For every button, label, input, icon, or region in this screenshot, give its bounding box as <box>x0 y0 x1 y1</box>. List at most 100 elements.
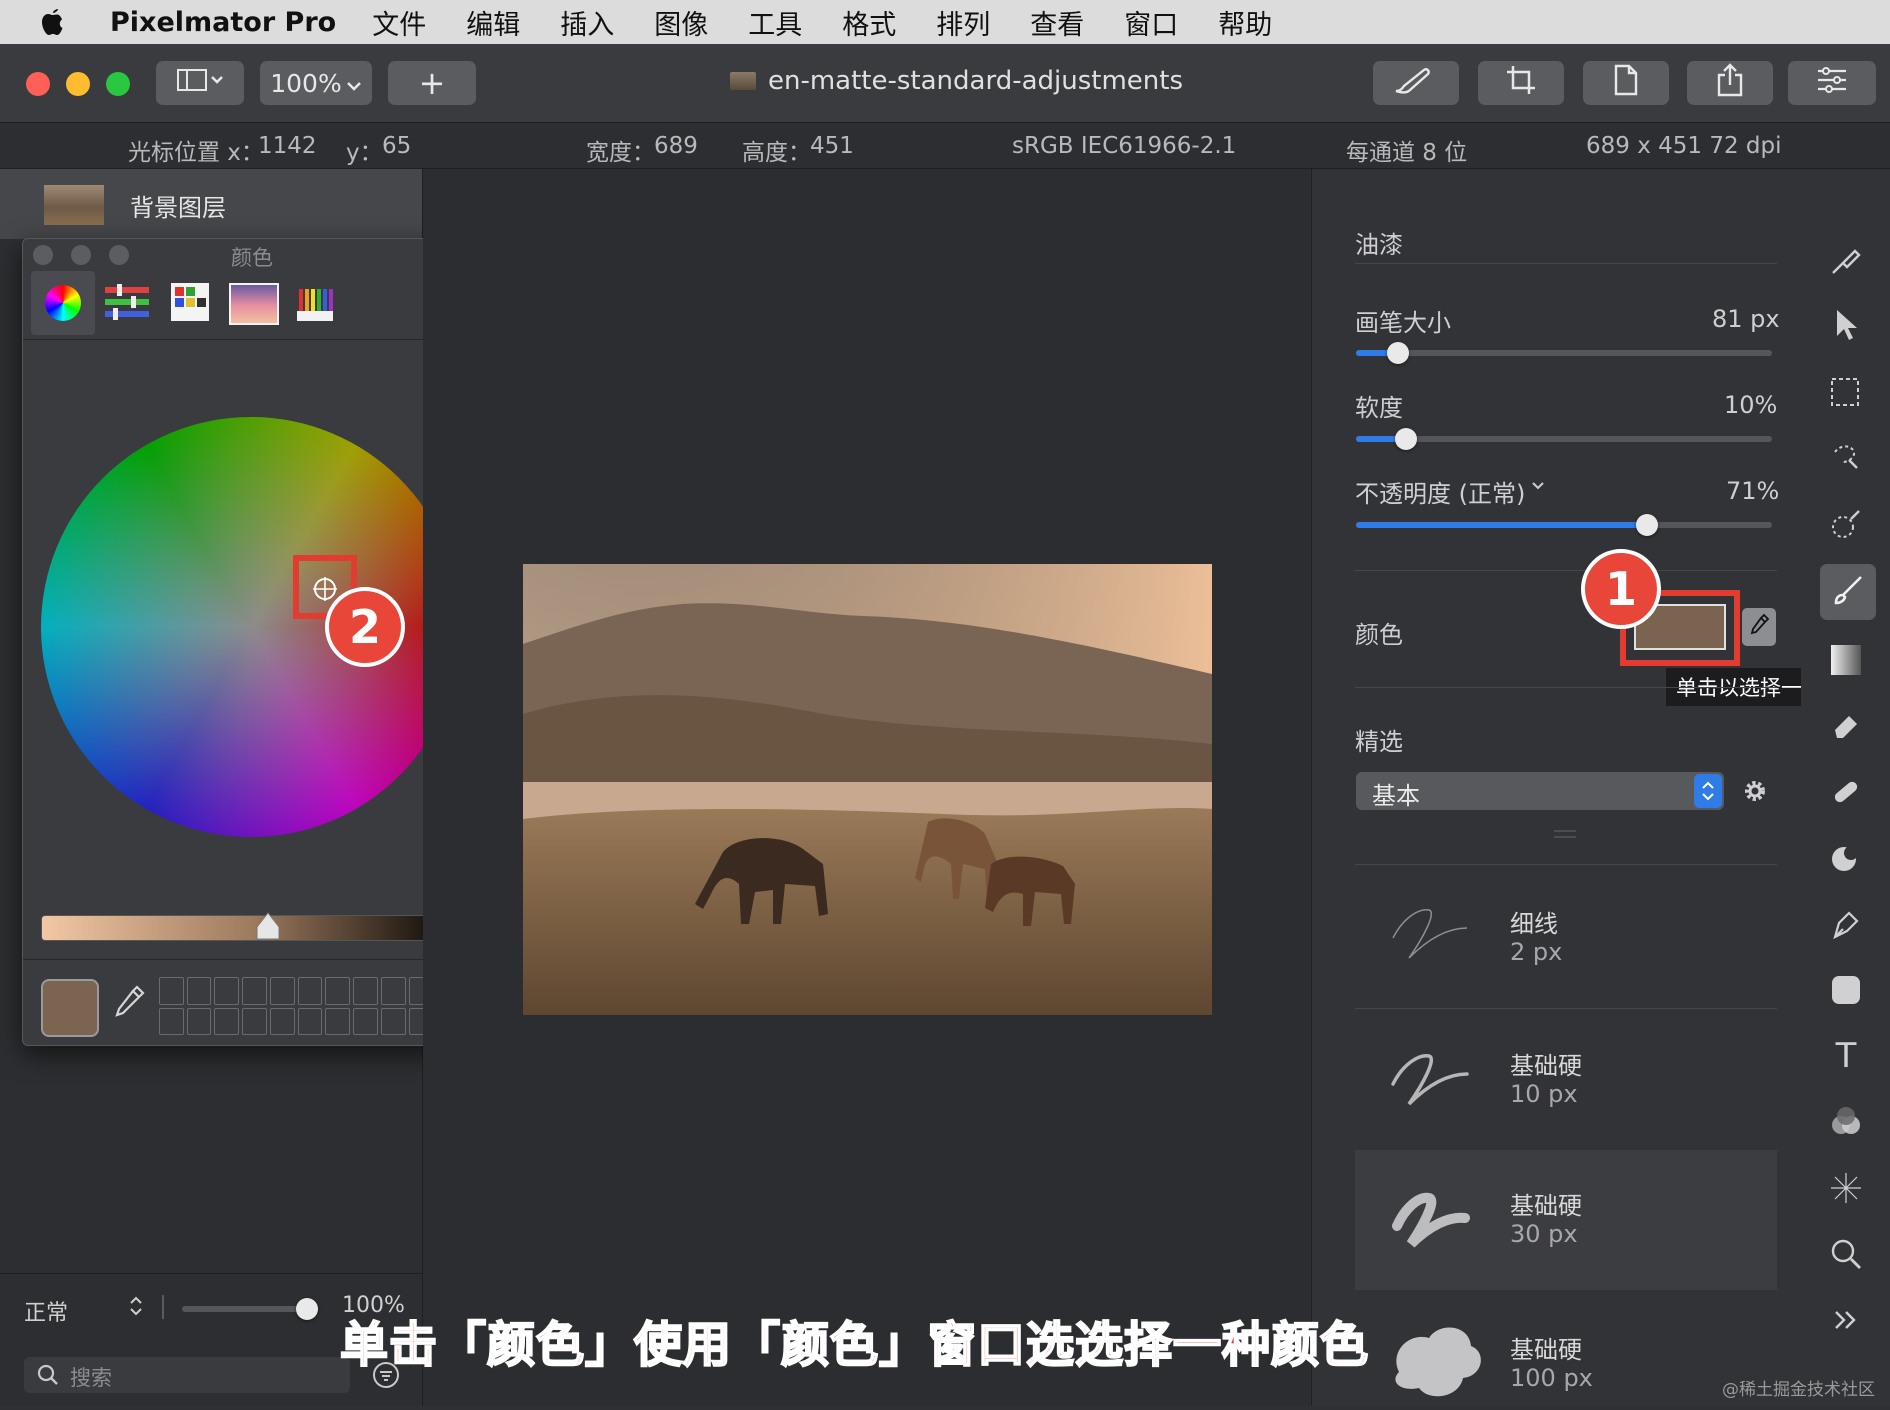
zoom-window-button[interactable] <box>106 72 130 96</box>
color-window-close-button[interactable] <box>33 245 53 265</box>
empty-swatch-cell[interactable] <box>325 1007 351 1035</box>
chevron-down-icon[interactable] <box>1530 478 1546 497</box>
paint-tool-button[interactable] <box>1373 61 1459 105</box>
minimize-window-button[interactable] <box>66 72 90 96</box>
brightness-slider-knob[interactable] <box>255 911 281 945</box>
type-tool-icon[interactable]: T <box>1826 1036 1866 1076</box>
zoom-dropdown[interactable]: 100% <box>260 61 372 105</box>
opacity-slider[interactable] <box>1356 514 1772 536</box>
pen-tool-icon[interactable] <box>1826 904 1866 944</box>
brush-preset-row[interactable]: 基础硬 10 px <box>1355 1010 1777 1150</box>
empty-swatch-cell[interactable] <box>325 977 351 1005</box>
empty-swatch-cell[interactable] <box>297 977 323 1005</box>
eyedropper-icon[interactable] <box>111 983 147 1027</box>
layer-search-input[interactable]: 搜索 <box>24 1357 350 1393</box>
apple-icon[interactable] <box>40 7 80 37</box>
menu-edit[interactable]: 编辑 <box>466 3 520 42</box>
preset-dropdown[interactable]: 基本 <box>1356 772 1724 810</box>
sidebar-toggle-button[interactable] <box>156 61 244 105</box>
adjustments-button[interactable] <box>1788 61 1876 105</box>
brush-name: 基础硬 <box>1510 1336 1582 1364</box>
menu-insert[interactable]: 插入 <box>560 3 614 42</box>
menu-view[interactable]: 查看 <box>1030 3 1084 42</box>
layer-opacity-knob[interactable] <box>296 1298 318 1320</box>
crop-button[interactable] <box>1478 61 1564 105</box>
opacity-label[interactable]: 不透明度 (正常) <box>1355 474 1525 509</box>
blend-mode-value[interactable]: 正常 <box>24 1295 68 1327</box>
brush-size-slider-knob[interactable] <box>1386 342 1409 364</box>
layer-opacity-slider[interactable] <box>182 1298 318 1320</box>
preset-selected: 基本 <box>1372 782 1420 810</box>
menu-image[interactable]: 图像 <box>654 3 708 42</box>
menu-arrange[interactable]: 排列 <box>936 3 990 42</box>
pencils-icon[interactable] <box>295 281 335 327</box>
updown-chevron-icon[interactable] <box>128 1293 144 1323</box>
shape-tool-icon[interactable] <box>1826 970 1866 1010</box>
add-button[interactable]: + <box>388 61 476 105</box>
color-window-title: 颜色 <box>231 246 273 270</box>
close-window-button[interactable] <box>26 72 50 96</box>
tab-color-wheel[interactable] <box>31 271 95 335</box>
share-button[interactable] <box>1687 61 1773 105</box>
brush-preset-row[interactable]: 细线 2 px <box>1355 866 1777 1006</box>
more-tools-chevron-icon[interactable] <box>1826 1300 1866 1340</box>
color-window-zoom-button[interactable] <box>109 245 129 265</box>
presets-label: 精选 <box>1355 728 1403 756</box>
softness-slider[interactable] <box>1356 428 1772 450</box>
empty-swatch-cell[interactable] <box>159 977 184 1005</box>
canvas-image[interactable] <box>523 564 1212 1015</box>
image-palette-icon[interactable] <box>229 283 279 325</box>
distort-tool-icon[interactable] <box>1826 838 1866 878</box>
empty-swatch-cell[interactable] <box>269 1007 295 1035</box>
arrange-tool-icon[interactable] <box>1826 305 1866 345</box>
softness-slider-knob[interactable] <box>1394 428 1417 450</box>
color-eyedropper-button[interactable] <box>1742 608 1776 646</box>
empty-swatch-cell[interactable] <box>242 1007 267 1035</box>
style-tool-icon[interactable] <box>1826 240 1866 280</box>
erase-tool-icon[interactable] <box>1826 705 1866 745</box>
empty-swatch-cell[interactable] <box>186 977 212 1005</box>
empty-swatch-cell[interactable] <box>353 1007 378 1035</box>
selection-tool-icon[interactable] <box>1826 373 1866 413</box>
empty-swatch-cell[interactable] <box>214 1007 240 1035</box>
color-adjust-tool-icon[interactable] <box>1826 1102 1866 1142</box>
effects-tool-icon[interactable] <box>1826 1168 1866 1208</box>
app-name-menu[interactable]: Pixelmator Pro <box>110 7 336 38</box>
paint-tool-selected[interactable] <box>1820 564 1876 620</box>
color-selection-tool-icon[interactable] <box>1826 504 1866 544</box>
empty-swatch-cell[interactable] <box>269 977 295 1005</box>
zoom-tool-icon[interactable] <box>1826 1234 1866 1274</box>
new-document-button[interactable] <box>1583 61 1669 105</box>
empty-swatch-cell[interactable] <box>297 1007 323 1035</box>
drag-handle[interactable] <box>1554 830 1576 832</box>
brush-size-slider[interactable] <box>1356 342 1772 364</box>
layer-name: 背景图层 <box>130 194 226 222</box>
smart-selection-tool-icon[interactable] <box>1826 437 1866 477</box>
color-sliders-icon[interactable] <box>103 283 151 327</box>
color-window-minimize-button[interactable] <box>71 245 91 265</box>
brush-preset-row-selected[interactable]: 基础硬 30 px <box>1355 1150 1777 1290</box>
menu-format[interactable]: 格式 <box>842 3 896 42</box>
color-palettes-icon[interactable] <box>169 281 211 327</box>
menu-help[interactable]: 帮助 <box>1218 3 1272 42</box>
current-color-well[interactable] <box>41 979 99 1037</box>
brush-preset-row[interactable]: 基础硬 100 px <box>1355 1292 1777 1406</box>
menu-tools[interactable]: 工具 <box>748 3 802 42</box>
gear-icon[interactable] <box>1740 776 1770 810</box>
empty-swatch-cell[interactable] <box>159 1007 184 1035</box>
cursor-y-label: y： <box>346 140 383 166</box>
layer-row[interactable]: 背景图层 <box>0 169 422 239</box>
menu-file[interactable]: 文件 <box>372 3 426 42</box>
empty-swatch-cell[interactable] <box>214 977 240 1005</box>
empty-swatch-cell[interactable] <box>380 1007 406 1035</box>
retouch-tool-icon[interactable] <box>1826 772 1866 812</box>
empty-swatch-cell[interactable] <box>380 977 406 1005</box>
menu-window[interactable]: 窗口 <box>1124 3 1178 42</box>
gradient-tool-icon[interactable] <box>1826 640 1866 680</box>
opacity-value: 71% <box>1726 477 1780 505</box>
empty-swatch-cell[interactable] <box>353 977 378 1005</box>
empty-swatch-cell[interactable] <box>186 1007 212 1035</box>
empty-swatch-cell[interactable] <box>242 977 267 1005</box>
brightness-slider[interactable] <box>41 915 467 941</box>
color-divider <box>1355 687 1777 688</box>
